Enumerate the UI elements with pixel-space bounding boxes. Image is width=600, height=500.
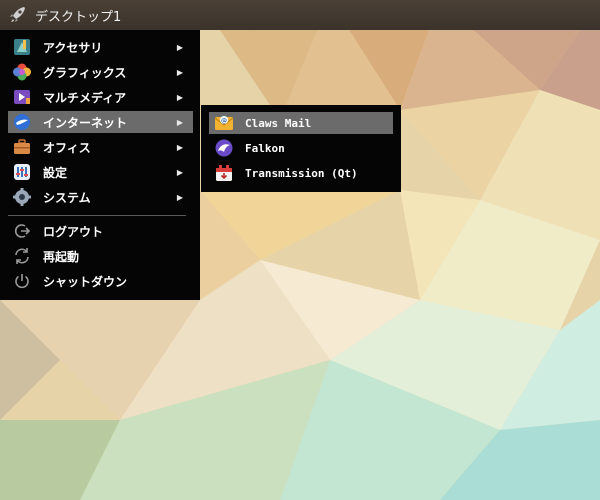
multimedia-icon [12, 87, 32, 107]
menu-item-label: グラフィックス [43, 65, 127, 80]
application-menu: アクセサリ ▶ グラフィックス ▶ マルチメディア ▶ インターネット ▶ オフ… [0, 30, 200, 300]
menu-item-label: 再起動 [43, 249, 80, 264]
office-icon [12, 137, 32, 157]
menu-item-label: インターネット [43, 115, 128, 130]
submenu-item-label: Transmission (Qt) [245, 166, 358, 180]
submenu-arrow-icon: ▶ [176, 117, 183, 127]
top-panel: デスクトップ1 [0, 0, 600, 30]
reboot-icon [12, 246, 32, 266]
menu-item-internet[interactable]: インターネット ▶ [8, 111, 193, 133]
submenu-arrow-icon: ▶ [176, 92, 183, 102]
submenu-arrow-icon: ▶ [176, 192, 183, 202]
menu-item-label: オフィス [43, 140, 91, 155]
submenu-item-claws-mail[interactable]: @ Claws Mail [209, 112, 393, 134]
power-icon [12, 271, 32, 291]
menu-separator [8, 215, 186, 216]
menu-item-logout[interactable]: ログアウト [8, 220, 193, 242]
menu-item-multimedia[interactable]: マルチメディア ▶ [8, 86, 193, 108]
menu-item-label: シャットダウン [43, 274, 128, 289]
menu-item-settings[interactable]: 設定 ▶ [8, 161, 193, 183]
submenu-item-label: Claws Mail [245, 116, 312, 130]
menu-item-label: 設定 [43, 165, 68, 180]
claws-mail-icon: @ [214, 113, 234, 133]
menu-item-label: ログアウト [43, 224, 104, 239]
rocket-icon[interactable] [7, 4, 29, 26]
submenu-arrow-icon: ▶ [176, 42, 183, 52]
internet-submenu: @ Claws Mail Falkon Transmission (Qt) [201, 105, 401, 192]
accessories-icon [12, 37, 32, 57]
desktop-title: デスクトップ1 [35, 9, 122, 25]
menu-item-label: アクセサリ [43, 40, 103, 55]
menu-item-shutdown[interactable]: シャットダウン [8, 270, 193, 292]
menu-item-accessories[interactable]: アクセサリ ▶ [8, 36, 193, 58]
submenu-arrow-icon: ▶ [176, 167, 183, 177]
menu-item-label: マルチメディア [43, 90, 127, 105]
internet-icon [12, 112, 32, 132]
graphics-icon [12, 62, 32, 82]
menu-item-graphics[interactable]: グラフィックス ▶ [8, 61, 193, 83]
submenu-item-transmission[interactable]: Transmission (Qt) [209, 162, 393, 184]
menu-item-reboot[interactable]: 再起動 [8, 245, 193, 267]
submenu-item-label: Falkon [245, 141, 285, 155]
transmission-icon [214, 163, 234, 183]
svg-text:@: @ [221, 118, 227, 125]
submenu-arrow-icon: ▶ [176, 142, 183, 152]
falkon-icon [214, 138, 234, 158]
logout-icon [12, 221, 32, 241]
menu-item-office[interactable]: オフィス ▶ [8, 136, 193, 158]
menu-item-label: システム [43, 190, 91, 205]
menu-item-system[interactable]: システム ▶ [8, 186, 193, 208]
settings-icon [12, 162, 32, 182]
submenu-arrow-icon: ▶ [176, 67, 183, 77]
submenu-item-falkon[interactable]: Falkon [209, 137, 393, 159]
system-icon [12, 187, 32, 207]
